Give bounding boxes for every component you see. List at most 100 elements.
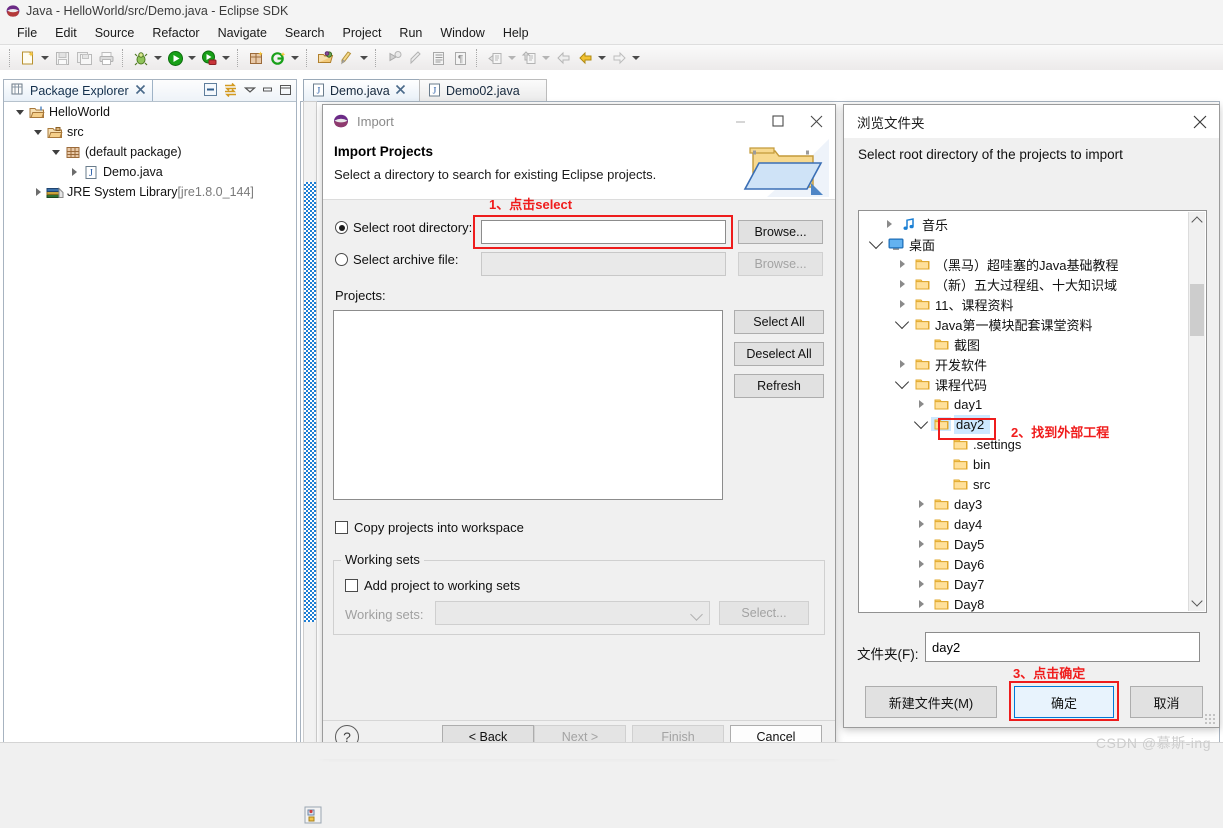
chevron-down-icon[interactable] <box>892 314 912 331</box>
close-icon[interactable] <box>797 106 835 137</box>
folder-row-heima-java-tutorial[interactable]: （黑马）超哇塞的Java基础教程 <box>859 254 1188 274</box>
minimize-icon[interactable] <box>721 106 759 137</box>
menu-navigate[interactable]: Navigate <box>209 24 276 42</box>
new-folder-button[interactable]: 新建文件夹(M) <box>865 686 997 718</box>
folder-row-bin[interactable]: bin <box>859 454 1188 474</box>
previous-edit-dropdown-icon[interactable] <box>506 47 518 69</box>
add-project-to-working-sets-checkbox[interactable] <box>345 579 358 592</box>
chevron-right-icon[interactable] <box>892 360 912 368</box>
menu-run[interactable]: Run <box>390 24 431 42</box>
chevron-down-icon[interactable] <box>911 414 931 431</box>
chevron-down-icon[interactable] <box>866 234 886 251</box>
new-java-package-icon[interactable] <box>245 47 267 69</box>
menu-source[interactable]: Source <box>86 24 144 42</box>
menu-window[interactable]: Window <box>431 24 493 42</box>
folder-row-screenshots[interactable]: 截图 <box>859 334 1188 354</box>
run-dropdown-icon[interactable] <box>186 47 198 69</box>
chevron-right-icon[interactable] <box>879 220 899 228</box>
select-root-directory-input[interactable] <box>481 220 726 244</box>
search-dropdown-icon[interactable] <box>358 47 370 69</box>
toggle-mark-occurrences-icon[interactable] <box>427 47 449 69</box>
external-tools-dropdown-icon[interactable] <box>220 47 232 69</box>
resize-grip[interactable] <box>1204 713 1216 725</box>
chevron-right-icon[interactable] <box>30 184 46 200</box>
close-icon[interactable] <box>1181 106 1219 137</box>
save-icon[interactable] <box>51 47 73 69</box>
browse-root-directory-button[interactable]: Browse... <box>738 220 823 244</box>
collapse-all-icon[interactable] <box>203 82 218 100</box>
menu-file[interactable]: File <box>8 24 46 42</box>
tab-package-explorer[interactable]: Package Explorer <box>4 80 153 101</box>
chevron-right-icon[interactable] <box>911 520 931 528</box>
tree-item-demo-java[interactable]: J Demo.java <box>4 162 296 182</box>
folder-row-music[interactable]: 音乐 <box>859 214 1188 234</box>
copy-projects-checkbox[interactable] <box>335 521 348 534</box>
link-with-editor-icon[interactable] <box>223 82 239 100</box>
package-explorer-tree[interactable]: HelloWorld src (default package) J Demo.… <box>4 101 296 750</box>
projects-list[interactable] <box>333 310 723 500</box>
add-project-to-working-sets-row[interactable]: Add project to working sets <box>345 578 520 593</box>
chevron-right-icon[interactable] <box>911 540 931 548</box>
scroll-down-arrow-icon[interactable] <box>1189 594 1204 611</box>
folder-row-desktop[interactable]: 桌面 <box>859 234 1188 254</box>
previous-annotation-icon[interactable] <box>405 47 427 69</box>
scroll-up-arrow-icon[interactable] <box>1189 212 1205 229</box>
refresh-button[interactable]: Refresh <box>734 374 824 398</box>
tree-item-src[interactable]: src <box>4 122 296 142</box>
tree-item-default-package[interactable]: (default package) <box>4 142 296 162</box>
chevron-right-icon[interactable] <box>911 400 931 408</box>
chevron-down-icon[interactable] <box>12 104 28 120</box>
chevron-down-icon[interactable] <box>48 144 64 160</box>
close-icon[interactable] <box>135 84 146 98</box>
chevron-right-icon[interactable] <box>911 600 931 608</box>
back-icon[interactable] <box>552 47 574 69</box>
folder-row-day7[interactable]: Day7 <box>859 574 1188 594</box>
tab-demo02-java[interactable]: J Demo02.java <box>419 79 547 102</box>
new-wizard-dropdown-icon[interactable] <box>39 47 51 69</box>
folder-row-day1[interactable]: day1 <box>859 394 1188 414</box>
open-type-icon[interactable] <box>314 47 336 69</box>
folder-row-five-process-groups[interactable]: （新）五大过程组、十大知识域 <box>859 274 1188 294</box>
show-whitespace-icon[interactable]: ¶ <box>449 47 471 69</box>
scrollbar-thumb[interactable] <box>304 182 316 622</box>
folder-row-course-code[interactable]: 课程代码 <box>859 374 1188 394</box>
run-icon[interactable] <box>164 47 186 69</box>
menu-refactor[interactable]: Refactor <box>143 24 208 42</box>
previous-edit-icon[interactable] <box>484 47 506 69</box>
chevron-right-icon[interactable] <box>911 500 931 508</box>
minimize-icon[interactable] <box>261 84 274 98</box>
chevron-right-icon[interactable] <box>911 580 931 588</box>
tab-demo-java[interactable]: J Demo.java <box>303 79 433 102</box>
select-archive-file-radio[interactable] <box>335 253 348 266</box>
search-icon[interactable] <box>336 47 358 69</box>
debug-icon[interactable] <box>130 47 152 69</box>
new-java-class-icon[interactable] <box>267 47 289 69</box>
folder-row-java-module1-materials[interactable]: Java第一模块配套课堂资料 <box>859 314 1188 334</box>
cancel-button[interactable]: 取消 <box>1130 686 1203 718</box>
deselect-all-button[interactable]: Deselect All <box>734 342 824 366</box>
forward-back-icon[interactable] <box>574 47 596 69</box>
next-edit-dropdown-icon[interactable] <box>540 47 552 69</box>
folder-row-day8[interactable]: Day8 <box>859 594 1188 612</box>
folder-tree[interactable]: 音乐 桌面 （黑马）超哇塞的Java基础教程 （新）五大过程组、十大知识域 11… <box>858 210 1207 613</box>
scrollbar-thumb[interactable] <box>1190 284 1204 336</box>
forward-dropdown-icon[interactable] <box>630 47 642 69</box>
menu-help[interactable]: Help <box>494 24 538 42</box>
folder-row-day3[interactable]: day3 <box>859 494 1188 514</box>
select-all-button[interactable]: Select All <box>734 310 824 334</box>
folder-row-dev-software[interactable]: 开发软件 <box>859 354 1188 374</box>
copy-projects-checkbox-row[interactable]: Copy projects into workspace <box>335 520 524 535</box>
maximize-icon[interactable] <box>759 106 797 137</box>
tree-item-jre-system-library[interactable]: JRE System Library [jre1.8.0_144] <box>4 182 296 202</box>
next-annotation-icon[interactable] <box>383 47 405 69</box>
menu-search[interactable]: Search <box>276 24 334 42</box>
chevron-right-icon[interactable] <box>892 300 912 308</box>
select-root-directory-radio[interactable] <box>335 221 348 234</box>
folder-row-src[interactable]: src <box>859 474 1188 494</box>
folder-field-input[interactable] <box>925 632 1200 662</box>
save-all-icon[interactable] <box>73 47 95 69</box>
forward-icon[interactable] <box>608 47 630 69</box>
folder-row-day6[interactable]: Day6 <box>859 554 1188 574</box>
back-dropdown-icon[interactable] <box>596 47 608 69</box>
maximize-icon[interactable] <box>279 84 292 99</box>
